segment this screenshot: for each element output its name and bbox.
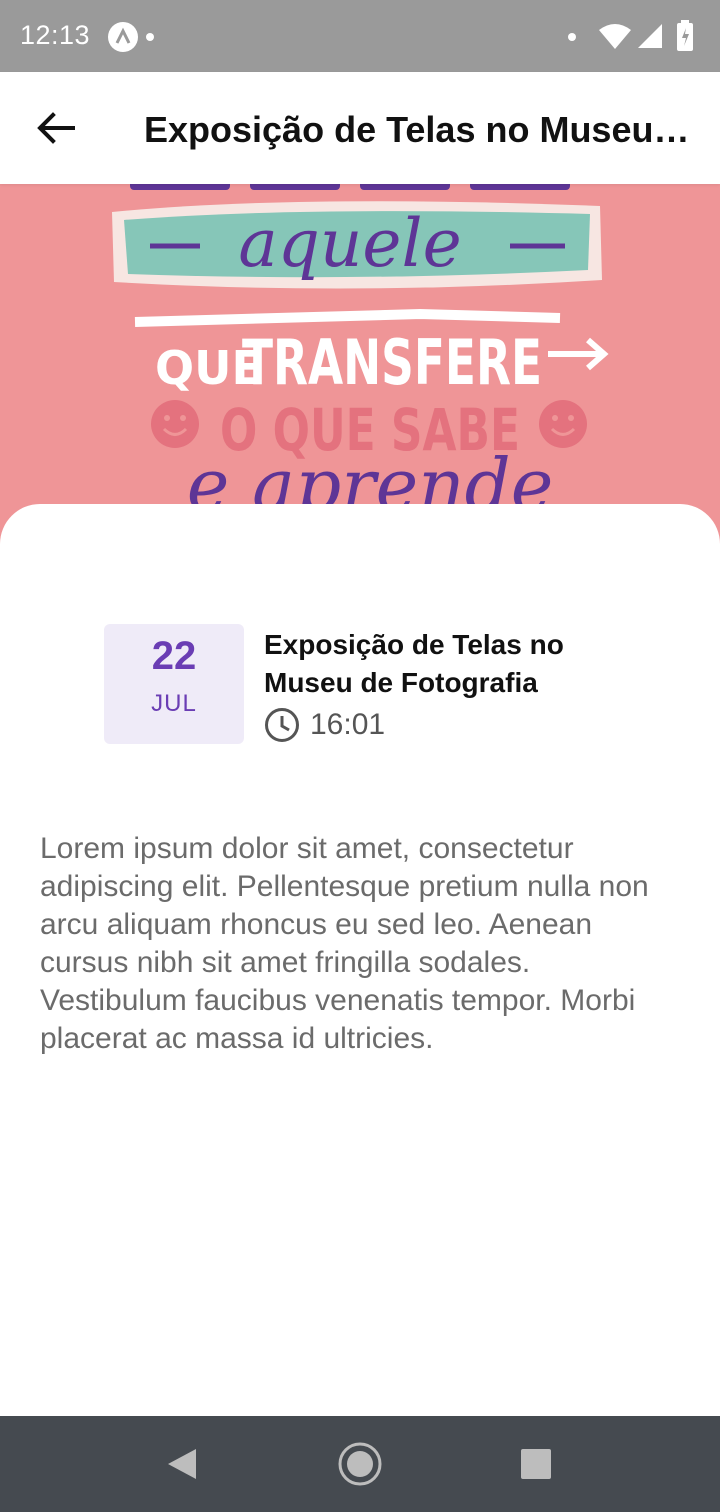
square-recents-icon — [521, 1449, 551, 1479]
status-time: 12:13 — [20, 20, 91, 50]
page-title: Exposição de Telas no Museu de Fotografi… — [144, 109, 692, 150]
banner-word-aquele: aquele — [238, 205, 461, 282]
system-navigation-bar — [0, 1416, 720, 1512]
battery-icon — [676, 20, 694, 57]
smiley-left-icon — [151, 400, 199, 448]
arrow-left-icon — [37, 112, 75, 144]
system-home-button[interactable] — [336, 1440, 384, 1488]
event-detail-card: 22 JUL Exposição de Telas no Museu de Fo… — [0, 504, 720, 1416]
app-notification-icon — [108, 22, 138, 52]
event-description: Lorem ipsum dolor sit amet, consectetur … — [40, 832, 649, 1055]
signal-icon — [636, 22, 664, 55]
clock-icon — [265, 708, 299, 742]
wifi-icon — [598, 22, 632, 55]
event-title: Exposição de Telas no Museu de Fotografi… — [264, 629, 564, 698]
notification-dot-icon — [568, 33, 576, 41]
system-recents-button[interactable] — [512, 1440, 560, 1488]
notification-dot-icon — [146, 33, 154, 41]
system-back-button[interactable] — [158, 1440, 206, 1488]
status-bar: 12:13 — [0, 0, 720, 72]
date-day: 22 — [151, 634, 197, 678]
circle-home-icon — [338, 1442, 382, 1486]
smiley-right-icon — [539, 400, 587, 448]
back-button[interactable] — [24, 100, 88, 156]
event-time-row: 16:01 — [264, 706, 385, 744]
triangle-back-icon — [168, 1449, 196, 1479]
event-time: 16:01 — [310, 708, 386, 741]
banner-word-transfere: TRANSFERE — [242, 326, 542, 399]
event-header: 22 JUL Exposição de Telas no Museu de Fo… — [104, 624, 624, 754]
date-badge: 22 JUL — [104, 624, 244, 744]
event-banner-image: aquele QUE TRANSFERE O QUE SABE e aprend… — [0, 184, 720, 544]
app-bar: Exposição de Telas no Museu de Fotografi… — [0, 72, 720, 184]
date-month: JUL — [151, 690, 197, 717]
